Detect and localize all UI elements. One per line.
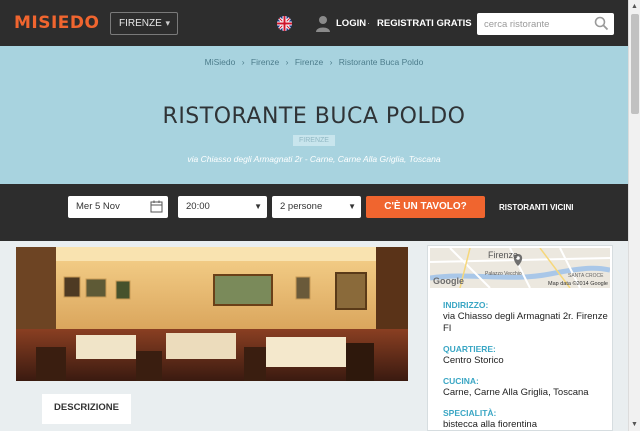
restaurant-photo[interactable] [16, 247, 408, 381]
misiedo-logo[interactable]: MISIEDO [14, 11, 100, 35]
search-box [477, 13, 614, 35]
page-title: RISTORANTE BUCA POLDO [162, 104, 466, 129]
breadcrumb-item-firenze-area[interactable]: Firenze [295, 57, 323, 67]
restaurant-hero: MiSiedo › Firenze › Firenze › Ristorante… [0, 46, 628, 184]
info-value: bistecca alla fiorentina [443, 419, 537, 430]
chevron-down-icon: ▼ [348, 202, 356, 211]
breadcrumb-separator: › [241, 57, 245, 67]
uk-flag-icon[interactable] [277, 16, 292, 31]
date-value: Mer 5 Nov [76, 201, 120, 212]
info-label: INDIRIZZO: [443, 300, 489, 310]
info-specialty: SPECIALITÀ: bistecca alla fiorentina [443, 408, 608, 431]
breadcrumb: MiSiedo › Firenze › Firenze › Ristorante… [0, 57, 628, 67]
search-icon[interactable] [594, 16, 609, 36]
breadcrumb-item-current: Ristorante Buca Poldo [338, 57, 424, 67]
scrollbar-thumb[interactable] [631, 14, 639, 114]
info-neighborhood: QUARTIERE: Centro Storico [443, 344, 608, 367]
map-poi-label: Palazzo Vecchio [485, 271, 522, 277]
nearby-restaurants-link[interactable]: RISTORANTI VICINI [499, 203, 574, 212]
breadcrumb-item-firenze[interactable]: Firenze [251, 57, 279, 67]
city-select-value: FIRENZE [119, 18, 162, 29]
info-label: SPECIALITÀ: [443, 408, 497, 418]
map-google-logo: Google [433, 276, 464, 286]
date-picker[interactable]: Mer 5 Nov [68, 196, 168, 218]
breadcrumb-separator: › [329, 57, 333, 67]
scroll-down-icon[interactable]: ▼ [631, 421, 638, 428]
user-icon [315, 15, 331, 33]
booking-bar: Mer 5 Nov 20:00 ▼ 2 persone ▼ C'È UN TAV… [0, 184, 628, 241]
map-area-label: SANTA CROCE [568, 273, 604, 279]
page-scrollbar[interactable]: ▲ ▼ [628, 0, 640, 431]
calendar-icon[interactable] [150, 200, 163, 222]
time-select[interactable]: 20:00 ▼ [178, 196, 267, 218]
city-select[interactable]: FIRENZE ▾ [110, 12, 178, 35]
top-header: MISIEDO FIRENZE ▾ LOGIN · REGISTRATI GRA… [0, 0, 640, 46]
info-value: Centro Storico [443, 355, 504, 366]
breadcrumb-item-misiedo[interactable]: MiSiedo [205, 57, 236, 67]
city-badge: FIRENZE [293, 135, 335, 146]
tab-description[interactable]: DESCRIZIONE [42, 394, 131, 424]
info-panel: Firenze Palazzo Vecchio SANTA CROCE Goog… [427, 245, 613, 431]
chevron-down-icon: ▼ [254, 202, 262, 211]
logo-text: MISIEDO [14, 13, 100, 33]
info-label: QUARTIERE: [443, 344, 496, 354]
map-credit: Map data ©2014 Google [547, 281, 608, 287]
people-value: 2 persone [280, 201, 323, 212]
register-link[interactable]: REGISTRATI GRATIS [377, 18, 472, 29]
info-address: INDIRIZZO: via Chiasso degli Armagnati 2… [443, 300, 608, 335]
info-cuisine: CUCINA: Carne, Carne Alla Griglia, Tosca… [443, 376, 608, 399]
scroll-up-icon[interactable]: ▲ [631, 3, 638, 10]
info-value: Carne, Carne Alla Griglia, Toscana [443, 387, 589, 398]
search-input[interactable] [477, 13, 587, 35]
login-link[interactable]: LOGIN [336, 18, 366, 29]
breadcrumb-separator: › [285, 57, 289, 67]
address-line: via Chiasso degli Armagnati 2r - Carne, … [187, 154, 441, 164]
time-value: 20:00 [186, 201, 210, 212]
info-value: via Chiasso degli Armagnati 2r. Firenze … [443, 311, 608, 334]
location-map[interactable]: Firenze Palazzo Vecchio SANTA CROCE Goog… [430, 248, 610, 288]
people-select[interactable]: 2 persone ▼ [272, 196, 361, 218]
find-table-button[interactable]: C'È UN TAVOLO? [366, 196, 485, 218]
map-city-label: Firenze [488, 250, 518, 260]
info-label: CUCINA: [443, 376, 479, 386]
chevron-down-icon: ▾ [165, 18, 170, 28]
header-separator: · [367, 18, 371, 29]
